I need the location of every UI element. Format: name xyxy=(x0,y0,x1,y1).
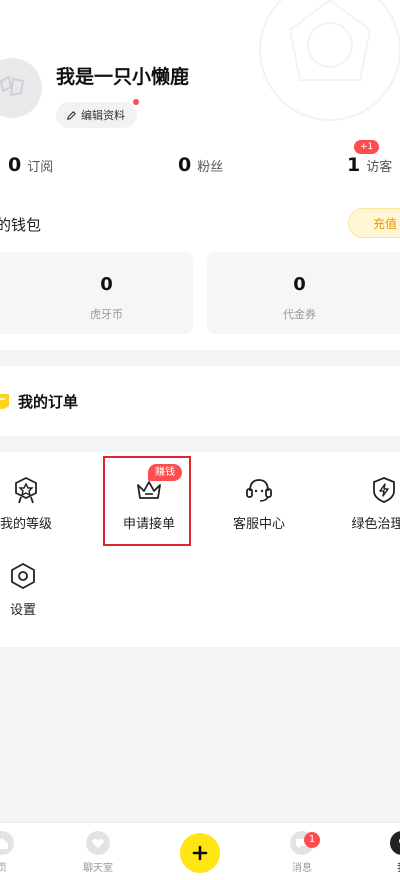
wallet-card-voucher[interactable]: 0 代金券 xyxy=(207,252,400,334)
home-icon xyxy=(0,838,8,849)
wallet-card-label: 虎牙币 xyxy=(90,308,123,321)
avatar[interactable] xyxy=(0,58,42,118)
my-orders-title: 我的订单 xyxy=(18,393,79,411)
avatar-placeholder-icon xyxy=(0,75,25,97)
tool-my-level[interactable]: 我的等级 xyxy=(0,452,76,532)
profile-icon xyxy=(399,838,400,844)
tool-customer-service[interactable]: 客服中心 xyxy=(209,452,309,532)
decorative-badge-icon xyxy=(259,0,400,121)
stat-label: 粉丝 xyxy=(197,160,224,175)
wallet-card-label: 代金券 xyxy=(283,308,316,321)
tool-label: 绿色治理平 xyxy=(351,517,400,532)
publish-plus-button[interactable] xyxy=(180,833,220,873)
stat-label: 访客 xyxy=(366,160,393,175)
visitor-badge: +1 xyxy=(354,140,380,154)
order-bag-icon xyxy=(0,394,9,409)
tool-settings[interactable]: 设置 xyxy=(0,538,73,618)
tool-label: 我的等级 xyxy=(0,517,52,532)
tool-green-governance[interactable]: 绿色治理平 xyxy=(334,452,400,532)
tab-label: 聊天室 xyxy=(83,863,113,874)
pencil-icon xyxy=(67,110,76,120)
headset-icon xyxy=(246,479,272,502)
plus-icon xyxy=(192,845,208,861)
wallet-section: 的钱包 充值 0 虎牙币 0 代金券 xyxy=(0,200,400,350)
edit-profile-label: 编辑资料 xyxy=(81,109,125,122)
settings-hexagon-icon xyxy=(11,563,35,589)
tab-label: 消息 xyxy=(292,863,312,874)
wallet-card-value: 0 xyxy=(100,274,113,295)
stat-value: 1 xyxy=(347,154,361,176)
heart-chat-icon xyxy=(92,838,104,848)
tab-chatroom[interactable]: 聊天室 xyxy=(68,823,128,880)
wallet-title: 的钱包 xyxy=(0,216,42,234)
tool-label: 设置 xyxy=(9,603,36,618)
wallet-card-huya-coin[interactable]: 0 虎牙币 xyxy=(0,252,193,334)
tools-grid: 我的等级 申请接单 客服中心 绿色治理 设置 xyxy=(0,452,400,647)
bottom-tab-bar: 页 聊天室 消息 我 xyxy=(0,822,400,880)
stat-value: 0 xyxy=(8,154,22,176)
tool-label: 客服中心 xyxy=(232,517,285,532)
stat-subscriptions[interactable]: 0 订阅 xyxy=(8,154,53,176)
earn-money-badge: 赚钱 xyxy=(148,464,182,481)
shield-bolt-icon xyxy=(373,477,395,503)
stat-label: 订阅 xyxy=(27,160,54,175)
level-badge-icon xyxy=(15,476,37,504)
wallet-card-value: 0 xyxy=(293,274,306,295)
tab-messages[interactable]: 消息 xyxy=(272,823,332,880)
edit-profile-button[interactable]: 编辑资料 xyxy=(56,102,137,128)
edit-notification-dot xyxy=(133,99,139,105)
profile-header: 我是一只小懒鹿 编辑资料 0 订阅 0 粉丝 +1 1 访客 xyxy=(0,0,400,200)
tab-home[interactable]: 页 xyxy=(0,823,32,880)
my-orders-row[interactable]: 我的订单 xyxy=(0,366,400,436)
username: 我是一只小懒鹿 xyxy=(56,66,190,88)
stat-value: 0 xyxy=(178,154,192,176)
stat-fans[interactable]: 0 粉丝 xyxy=(178,154,223,176)
message-count-badge: 1 xyxy=(304,832,320,848)
stat-visitors[interactable]: 1 访客 xyxy=(347,154,392,176)
tab-label: 页 xyxy=(0,863,7,874)
recharge-button[interactable]: 充值 xyxy=(348,208,400,238)
tab-me[interactable]: 我 xyxy=(372,823,400,880)
